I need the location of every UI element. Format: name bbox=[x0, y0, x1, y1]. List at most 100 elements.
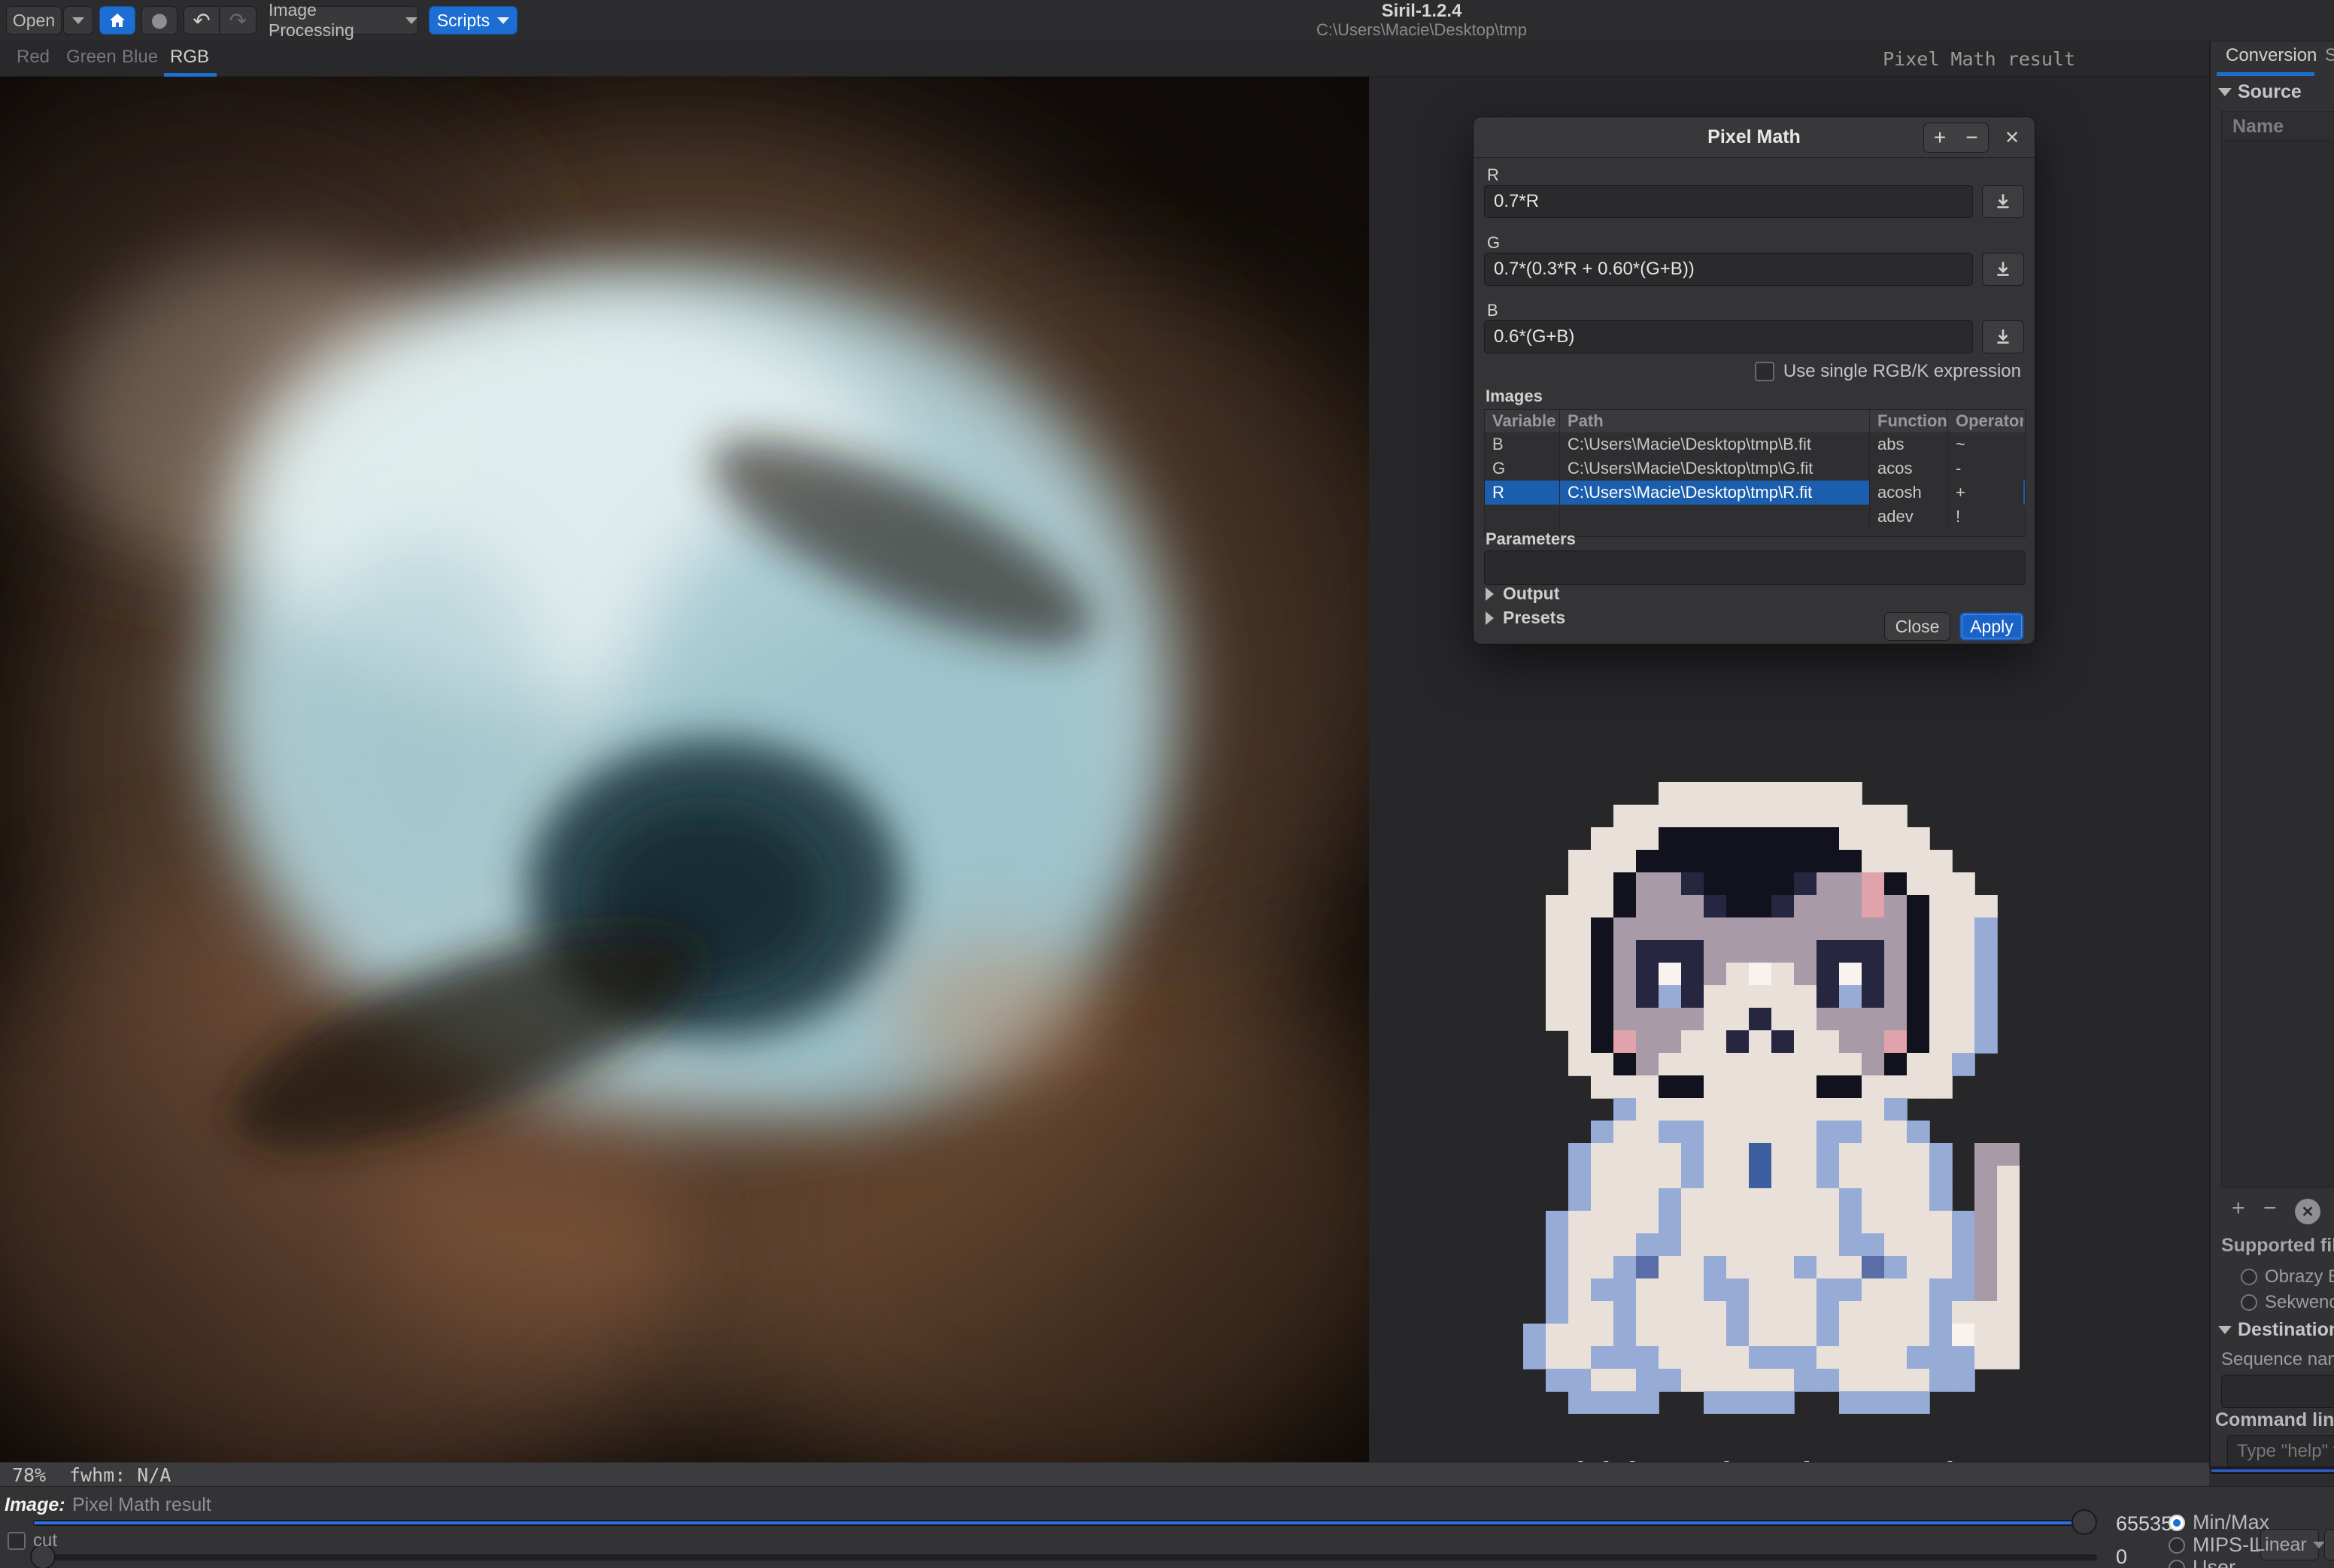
source-expander[interactable]: Source bbox=[2218, 81, 2302, 103]
active-tab-underline bbox=[2217, 72, 2314, 76]
single-expression-checkbox[interactable] bbox=[1755, 362, 1774, 381]
presets-expander-label: Presets bbox=[1503, 608, 1565, 628]
add-files-button[interactable]: + bbox=[2232, 1196, 2245, 1221]
tab-green[interactable]: Green bbox=[66, 47, 117, 68]
filetype-option-images[interactable]: Obrazy BMP, bbox=[2241, 1266, 2334, 1287]
clear-icon: ✕ bbox=[2295, 1199, 2320, 1224]
cell-operator[interactable]: + bbox=[1948, 481, 2023, 505]
clear-list-button[interactable]: ✕ bbox=[2295, 1199, 2320, 1224]
g-channel-label: G bbox=[1487, 233, 1500, 253]
minmax-label: Min/Max bbox=[2193, 1511, 2269, 1534]
open-button[interactable]: Open bbox=[6, 6, 62, 35]
open-button-label: Open bbox=[13, 11, 55, 31]
tab-rgb[interactable]: RGB bbox=[170, 47, 209, 68]
filetype-option-sequences[interactable]: Sekwencje SE bbox=[2241, 1292, 2334, 1313]
plus-icon: + bbox=[2232, 1196, 2245, 1221]
dialog-expand-button[interactable]: + bbox=[1923, 123, 1956, 153]
display-mode-value: Linear bbox=[2254, 1534, 2307, 1556]
mode-user[interactable]: User bbox=[2169, 1556, 2235, 1568]
col-function[interactable]: Function bbox=[1870, 410, 1948, 432]
remove-files-button[interactable]: − bbox=[2263, 1196, 2277, 1221]
table-row[interactable]: G C:\Users\Macie\Desktop\tmp\G.fit acos … bbox=[1485, 456, 2025, 481]
command-line-placeholder: Type "help" for th bbox=[2237, 1441, 2334, 1462]
high-level-knob[interactable] bbox=[2071, 1509, 2097, 1535]
image-label: Image: bbox=[5, 1494, 65, 1516]
b-history-button[interactable] bbox=[1982, 320, 2024, 353]
presets-expander[interactable]: Presets bbox=[1486, 608, 1565, 628]
record-icon: ● bbox=[151, 9, 168, 32]
cut-option[interactable]: cut bbox=[8, 1530, 57, 1551]
home-button[interactable] bbox=[99, 6, 135, 35]
cell-path bbox=[1560, 505, 1870, 529]
dialog-close-button[interactable]: ✕ bbox=[1997, 123, 2027, 153]
table-row[interactable]: B C:\Users\Macie\Desktop\tmp\B.fit abs ~ bbox=[1485, 432, 2025, 456]
arrow-down-to-bar-icon bbox=[1993, 192, 2013, 211]
cell-operator[interactable]: ~ bbox=[1948, 432, 2023, 456]
autostretch-button[interactable]: ↺ bbox=[2324, 1529, 2334, 1560]
scripts-menu-button[interactable]: Scripts bbox=[429, 6, 517, 35]
dialog-shrink-button[interactable]: − bbox=[1956, 123, 1989, 153]
redo-button[interactable]: ↷ bbox=[220, 6, 256, 35]
cell-function[interactable]: adev bbox=[1870, 505, 1948, 529]
col-operator[interactable]: Operator bbox=[1948, 410, 2023, 432]
undo-button[interactable]: ↶ bbox=[184, 6, 220, 35]
filetype-images-label: Obrazy BMP, bbox=[2265, 1266, 2334, 1287]
tab-red[interactable]: Red bbox=[17, 47, 50, 68]
table-row-selected[interactable]: R C:\Users\Macie\Desktop\tmp\R.fit acosh… bbox=[1485, 481, 2025, 505]
easter-egg-caption: Astrokitku się cieszy ;) bbox=[1455, 1451, 2132, 1462]
table-row[interactable]: adev ! bbox=[1485, 505, 2025, 529]
cell-operator[interactable]: ! bbox=[1948, 505, 2023, 529]
open-dropdown-button[interactable] bbox=[63, 6, 93, 35]
destination-label: Destination bbox=[2238, 1319, 2334, 1341]
dialog-titlebar[interactable]: Pixel Math + − ✕ bbox=[1474, 117, 2035, 158]
col-path[interactable]: Path bbox=[1560, 410, 1870, 432]
cell-variable: G bbox=[1485, 456, 1560, 481]
siril-window: Open ● ↶ ↷ Image Processing Scripts Siri bbox=[0, 0, 2334, 1568]
cell-path: C:\Users\Macie\Desktop\tmp\B.fit bbox=[1560, 432, 1870, 456]
cell-operator[interactable]: - bbox=[1948, 456, 2023, 481]
cell-function[interactable]: acosh bbox=[1870, 481, 1948, 505]
bottom-levels-bar: Image: Pixel Math result cut 65535 0 Min… bbox=[0, 1486, 2334, 1568]
r-history-button[interactable] bbox=[1982, 185, 2024, 218]
images-table: Variable Path Function Operator B C:\Use… bbox=[1484, 409, 2026, 537]
cell-function[interactable]: abs bbox=[1870, 432, 1948, 456]
source-file-list[interactable]: Name bbox=[2221, 111, 2334, 1188]
record-button[interactable]: ● bbox=[141, 6, 178, 35]
sequence-name-label: Sequence name: bbox=[2221, 1349, 2334, 1370]
cell-function[interactable]: acos bbox=[1870, 456, 1948, 481]
chevron-down-icon bbox=[2313, 1542, 2325, 1548]
destination-expander[interactable]: Destination bbox=[2218, 1319, 2334, 1341]
low-level-value: 0 bbox=[2116, 1545, 2127, 1568]
col-variable[interactable]: Variable bbox=[1485, 410, 1560, 432]
image-value: Pixel Math result bbox=[72, 1494, 211, 1516]
name-column-header[interactable]: Name bbox=[2222, 112, 2334, 141]
tab-conversion[interactable]: Conversion bbox=[2226, 45, 2317, 66]
tab-sequence[interactable]: Seq bbox=[2325, 45, 2334, 66]
cut-checkbox[interactable] bbox=[8, 1532, 26, 1550]
close-button[interactable]: Close bbox=[1884, 612, 1950, 641]
destination-extra-input[interactable] bbox=[2221, 1375, 2334, 1408]
command-line-input[interactable]: Type "help" for th bbox=[2227, 1435, 2334, 1468]
nebula-vignette bbox=[0, 77, 1369, 1462]
high-level-slider[interactable] bbox=[33, 1520, 2097, 1526]
chevron-right-icon bbox=[1486, 611, 1494, 625]
image-processing-menu-button[interactable]: Image Processing bbox=[268, 6, 418, 35]
channel-tabstrip: Red Green Blue RGB Pixel Math result bbox=[0, 42, 2209, 77]
parameters-label: Parameters bbox=[1486, 529, 1576, 549]
parameters-input[interactable] bbox=[1484, 550, 2026, 585]
output-expander[interactable]: Output bbox=[1486, 584, 1559, 604]
g-expression-input[interactable]: 0.7*(0.3*R + 0.60*(G+B)) bbox=[1484, 253, 1973, 286]
apply-button[interactable]: Apply bbox=[1959, 612, 2024, 641]
mode-minmax[interactable]: Min/Max bbox=[2169, 1511, 2269, 1534]
sidebar-tabs: Conversion Seq bbox=[2211, 42, 2334, 77]
r-expression-input[interactable]: 0.7*R bbox=[1484, 185, 1973, 218]
display-mode-dropdown[interactable]: Linear bbox=[2260, 1529, 2319, 1560]
progress-bar-fill bbox=[2211, 1469, 2334, 1472]
minus-icon: − bbox=[1965, 126, 1977, 150]
zoom-level: 78% bbox=[12, 1464, 46, 1486]
plus-icon: + bbox=[1934, 126, 1946, 150]
b-expression-input[interactable]: 0.6*(G+B) bbox=[1484, 320, 1973, 353]
g-history-button[interactable] bbox=[1982, 253, 2024, 286]
tab-blue[interactable]: Blue bbox=[122, 47, 158, 68]
low-level-slider[interactable] bbox=[33, 1554, 2097, 1560]
